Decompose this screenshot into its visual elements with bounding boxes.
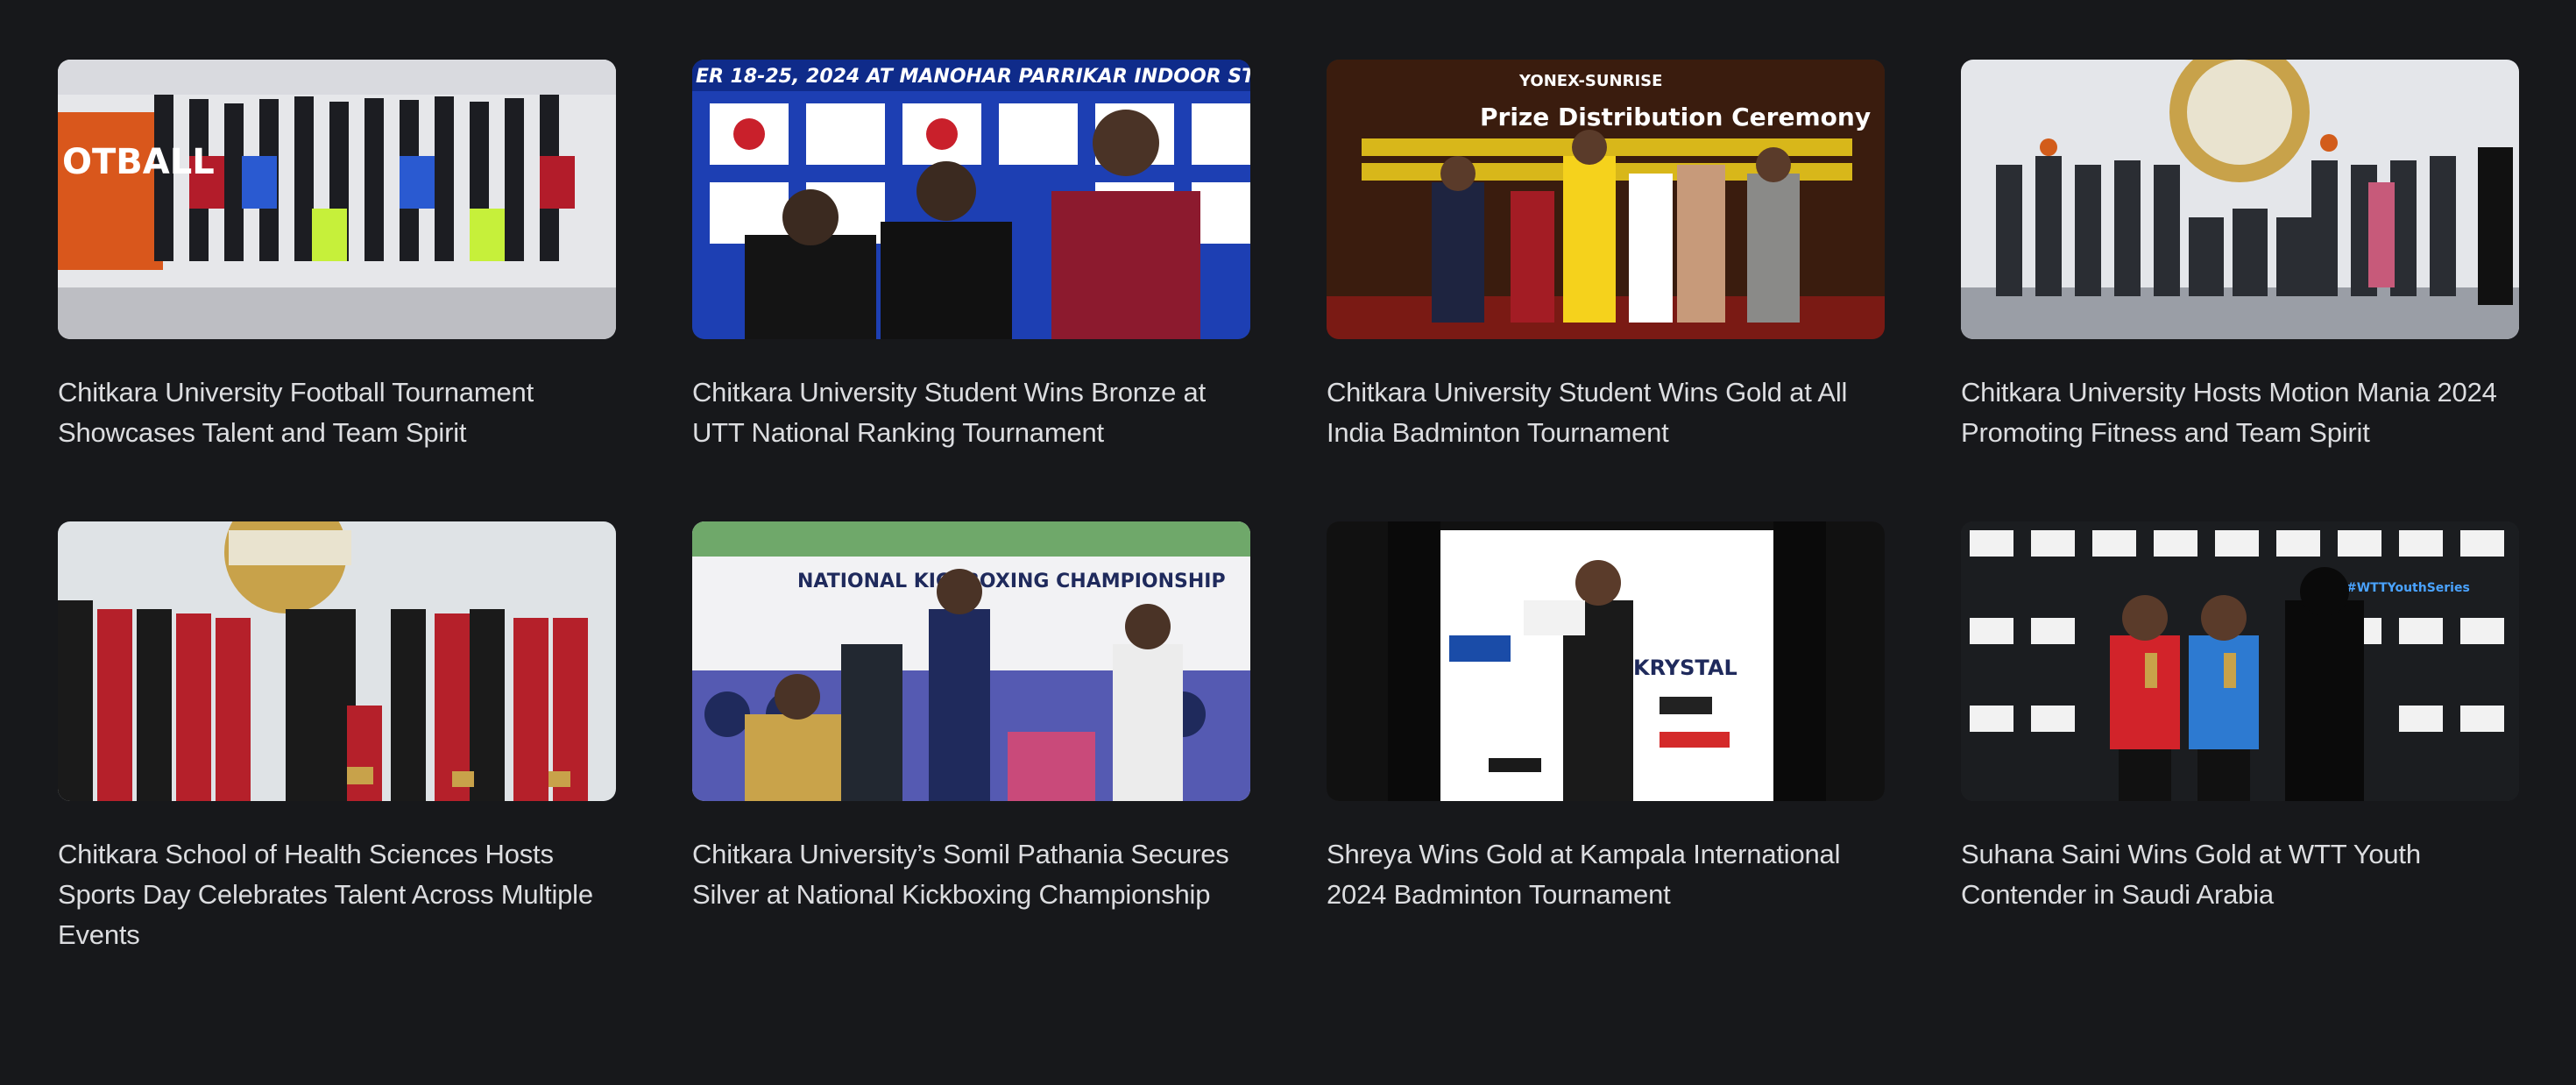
svg-text:OTBALL: OTBALL xyxy=(62,142,215,182)
news-card[interactable]: Prize Distribution Ceremony YONEX-SUNRIS… xyxy=(1327,60,1885,521)
football-team-photo: OTBALL xyxy=(58,60,616,339)
news-card-image[interactable]: OTBALL xyxy=(58,60,616,339)
svg-text:KRYSTAL: KRYSTAL xyxy=(1633,656,1737,680)
news-card-image[interactable]: KRYSTAL xyxy=(1327,521,1885,801)
news-grid: OTBALL Chitkara University Football Tour… xyxy=(58,60,2519,983)
news-card-image[interactable]: Prize Distribution Ceremony YONEX-SUNRIS… xyxy=(1327,60,1885,339)
svg-text:#WTTYouthSeries: #WTTYouthSeries xyxy=(2346,581,2470,595)
news-card[interactable]: #WTTYouthSeries Suhana Saini Wins Gold a… xyxy=(1961,521,2519,983)
news-card-title[interactable]: Chitkara School of Health Sciences Hosts… xyxy=(58,834,616,955)
badminton-champion-photo: KRYSTAL xyxy=(1327,521,1885,801)
news-card-title[interactable]: Suhana Saini Wins Gold at WTT Youth Cont… xyxy=(1961,834,2519,915)
news-card-title[interactable]: Chitkara University Student Wins Bronze … xyxy=(692,372,1250,453)
news-card[interactable]: Chitkara University Hosts Motion Mania 2… xyxy=(1961,60,2519,521)
news-card[interactable]: KRYSTAL Shreya Wins Gold at Kampala Inte… xyxy=(1327,521,1885,983)
news-card-title[interactable]: Chitkara University Football Tournament … xyxy=(58,372,616,453)
motion-mania-group-photo xyxy=(1961,60,2519,339)
news-card[interactable]: ER 18-25, 2024 AT MANOHAR PARRIKAR INDOO… xyxy=(692,60,1250,521)
news-card[interactable]: NATIONAL KICKBOXING CHAMPIONSHIP Chitkar… xyxy=(692,521,1250,983)
svg-text:Prize Distribution Ceremony: Prize Distribution Ceremony xyxy=(1480,103,1871,131)
sports-day-group-photo xyxy=(58,521,616,801)
news-card[interactable]: Chitkara School of Health Sciences Hosts… xyxy=(58,521,616,983)
kickboxing-podium-photo: NATIONAL KICKBOXING CHAMPIONSHIP xyxy=(692,521,1250,801)
wtt-youth-contender-photo: #WTTYouthSeries xyxy=(1961,521,2519,801)
news-card-title[interactable]: Chitkara University Hosts Motion Mania 2… xyxy=(1961,372,2519,453)
badminton-prize-ceremony-photo: Prize Distribution Ceremony YONEX-SUNRIS… xyxy=(1327,60,1885,339)
news-card-image[interactable]: NATIONAL KICKBOXING CHAMPIONSHIP xyxy=(692,521,1250,801)
news-card-title[interactable]: Chitkara University Student Wins Gold at… xyxy=(1327,372,1885,453)
table-tennis-podium-photo: ER 18-25, 2024 AT MANOHAR PARRIKAR INDOO… xyxy=(692,60,1250,339)
svg-text:ER 18-25, 2024 AT MANOHAR PARR: ER 18-25, 2024 AT MANOHAR PARRIKAR INDOO… xyxy=(696,66,1250,88)
news-card-image[interactable]: ER 18-25, 2024 AT MANOHAR PARRIKAR INDOO… xyxy=(692,60,1250,339)
svg-text:YONEX-SUNRISE: YONEX-SUNRISE xyxy=(1518,72,1662,90)
news-card-image[interactable] xyxy=(58,521,616,801)
svg-text:NATIONAL KICKBOXING CHAMPIONSH: NATIONAL KICKBOXING CHAMPIONSHIP xyxy=(797,571,1226,592)
news-card-title[interactable]: Shreya Wins Gold at Kampala Internationa… xyxy=(1327,834,1885,915)
news-card[interactable]: OTBALL Chitkara University Football Tour… xyxy=(58,60,616,521)
news-card-image[interactable] xyxy=(1961,60,2519,339)
news-card-image[interactable]: #WTTYouthSeries xyxy=(1961,521,2519,801)
news-card-title[interactable]: Chitkara University’s Somil Pathania Sec… xyxy=(692,834,1250,915)
